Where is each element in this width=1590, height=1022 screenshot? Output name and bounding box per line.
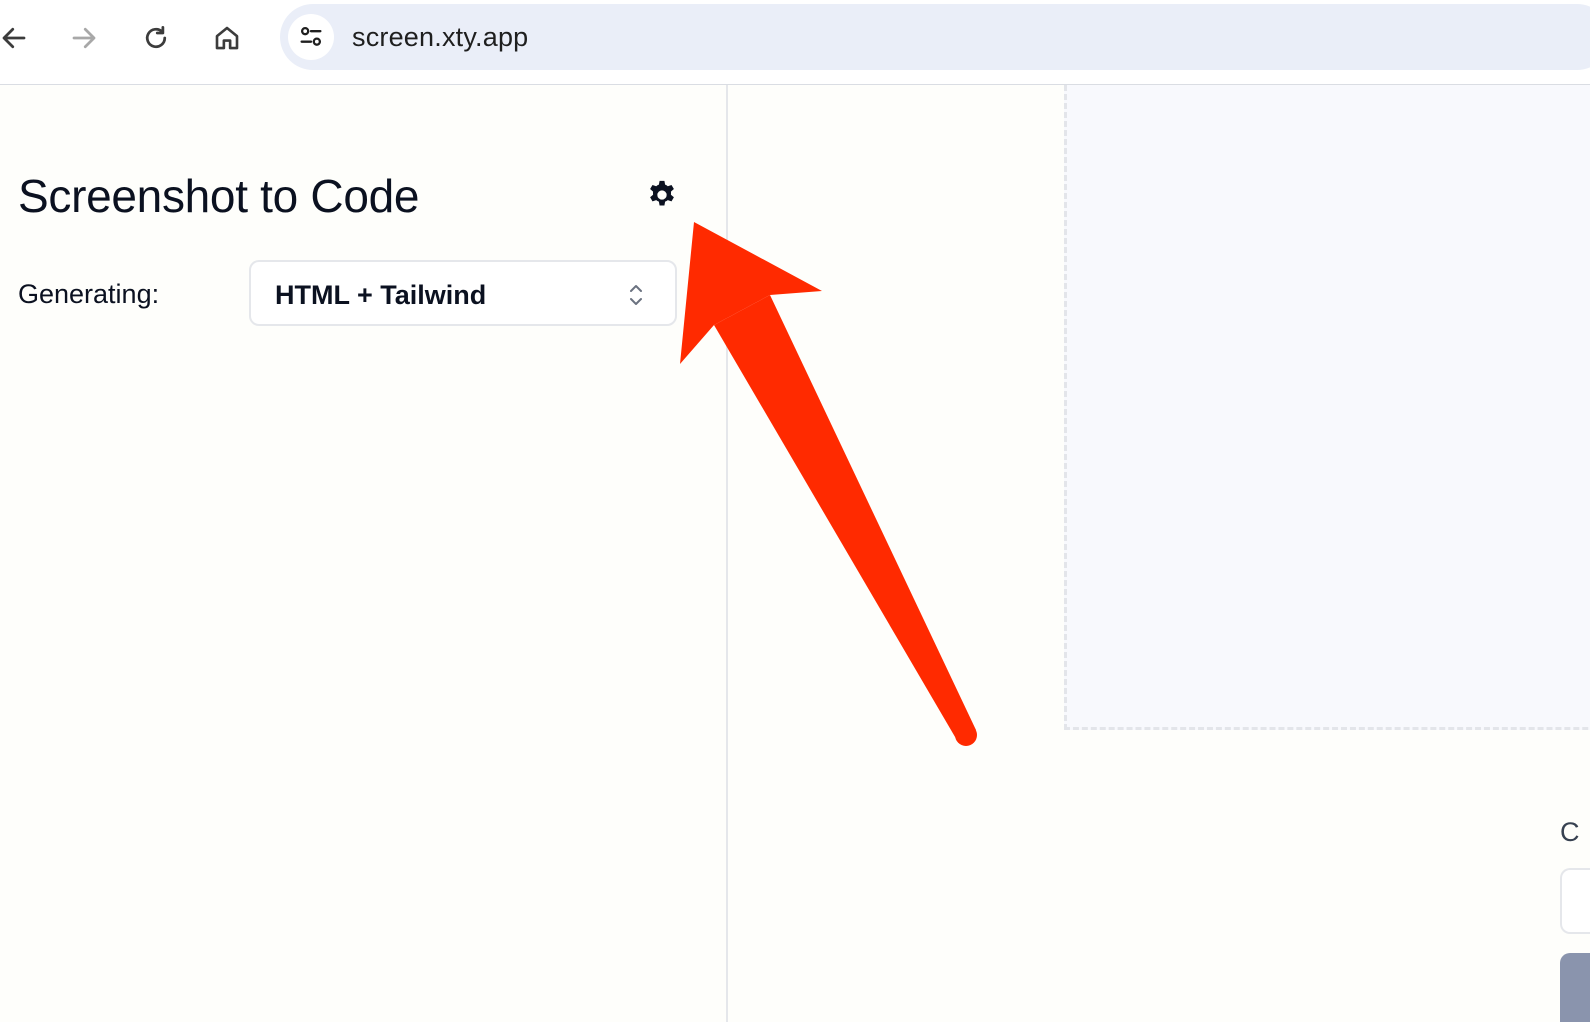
back-button[interactable] <box>0 14 38 62</box>
main-area: C <box>728 85 1590 1022</box>
url-text[interactable]: screen.xty.app <box>352 22 528 53</box>
app-title: Screenshot to Code <box>18 170 420 222</box>
generating-label: Generating: <box>18 279 160 309</box>
stack-select-value: HTML + Tailwind <box>275 280 487 310</box>
reload-icon <box>145 26 167 49</box>
app-container: Screenshot to Code Generating: HTML + Ta… <box>0 85 1590 1022</box>
address-bar[interactable]: screen.xty.app <box>280 4 1590 70</box>
chevron-up-down-icon <box>630 285 642 305</box>
home-icon <box>215 26 239 50</box>
clipped-label: C <box>1560 817 1580 847</box>
reload-button[interactable] <box>132 14 180 62</box>
forward-button[interactable] <box>60 14 108 62</box>
screen: screen.xty.app Screenshot to Code Genera… <box>0 0 1590 1022</box>
clipped-input[interactable] <box>1560 868 1590 934</box>
screenshot-drop-zone[interactable] <box>1064 85 1590 730</box>
home-button[interactable] <box>203 14 251 62</box>
clipped-button[interactable] <box>1560 953 1590 1022</box>
sidebar: Screenshot to Code Generating: HTML + Ta… <box>0 85 728 1022</box>
arrow-left-icon <box>2 27 26 49</box>
stack-select[interactable]: HTML + Tailwind <box>249 260 677 326</box>
gear-icon <box>650 180 674 206</box>
arrow-right-icon <box>72 27 96 49</box>
settings-button[interactable] <box>645 178 679 212</box>
tune-sliders-icon <box>300 26 322 46</box>
site-info-button[interactable] <box>288 14 334 60</box>
browser-toolbar: screen.xty.app <box>0 0 1590 85</box>
